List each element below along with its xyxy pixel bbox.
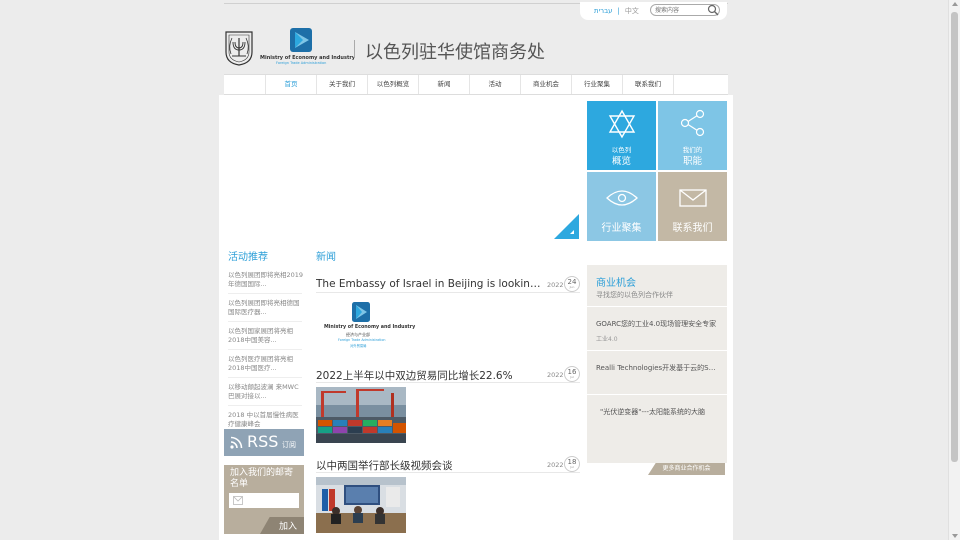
news-item-year: 2022 (547, 281, 564, 289)
ministry-logo-icon (352, 302, 370, 322)
news-date-badge: 18 Jul (564, 456, 580, 472)
video-meeting-image (316, 477, 406, 533)
nav-item-home[interactable]: 首页 (266, 75, 317, 94)
business-item-tag: 工业4.0 (596, 336, 618, 343)
lang-hebrew-link[interactable]: עברית (594, 7, 613, 15)
event-item[interactable]: 以色列展团即将亮相德国国际医疗器... (228, 299, 304, 322)
logo-fta-text: Foreign Trade Administration (276, 61, 327, 65)
tile-industry-label: 行业聚集 (601, 223, 642, 234)
israel-emblem-icon (225, 31, 253, 66)
mail-input-icon (233, 496, 243, 505)
news-date-badge: 24 Jun (564, 276, 580, 292)
nav-item-about[interactable]: 关于我们 (317, 75, 368, 94)
news-item-title[interactable]: The Embassy of Israel in Beijing is look… (316, 278, 546, 290)
news-item-year: 2022 (547, 461, 564, 469)
lang-chinese-link[interactable]: 中文 (625, 6, 639, 16)
rss-subscribe-button[interactable]: RSS 订阅 (224, 429, 304, 456)
news-image-port[interactable] (316, 387, 406, 443)
banner-corner-arrow-icon[interactable] (554, 214, 579, 239)
play-triangle-logo-icon (290, 28, 312, 52)
share-network-icon (680, 109, 704, 137)
tile-israel-overview[interactable]: 以色列 概览 (587, 101, 656, 170)
news-divider (316, 292, 580, 293)
tile-contact-us[interactable]: 联系我们 (658, 172, 727, 241)
search-icon[interactable] (707, 4, 719, 16)
event-item[interactable]: 2018 中以首届慢性病医疗健康峰会 (228, 411, 304, 434)
news-item-year: 2022 (547, 371, 564, 379)
nav-item-contact[interactable]: 联系我们 (623, 75, 674, 94)
port-containers-image (316, 387, 406, 443)
nav-item-news[interactable]: 新闻 (419, 75, 470, 94)
business-item-title[interactable]: Realli Technologies开发基于云的SC... (596, 363, 720, 373)
news-image-meeting[interactable] (316, 477, 406, 533)
tile-function-large: 职能 (682, 156, 702, 167)
news-date-month: Jul (570, 375, 574, 379)
scroll-down-icon[interactable] (952, 534, 958, 538)
join-button[interactable]: 加入 (279, 519, 297, 532)
more-business-button[interactable]: 更多商业合作机会 (648, 463, 725, 475)
news-item-title[interactable]: 2022上半年以中双边贸易同比增长22.6% (316, 368, 546, 383)
event-item[interactable]: 以色列展团即将亮相2019年德国国际... (228, 271, 304, 294)
rss-icon (230, 436, 243, 449)
page-scrollbar[interactable] (948, 0, 960, 540)
tile-contact-label: 联系我们 (672, 223, 713, 234)
event-item[interactable]: 以色列医疗展团将亮相2018中国医疗... (228, 355, 304, 378)
news-thumbnail[interactable]: Ministry of Economy and Industry 经济与产业部 … (316, 298, 415, 354)
news-divider (316, 382, 580, 383)
thumb-fta-text: Foreign Trade Administration (338, 338, 386, 342)
main-nav: 首页 关于我们 以色列概览 新闻 活动 商业机会 行业聚集 联系我们 (224, 74, 728, 95)
news-date-month: Jul (570, 465, 574, 469)
event-item[interactable]: 以色列国家展团将亮相2018中国美容... (228, 327, 304, 350)
news-date-badge: 16 Jul (564, 366, 580, 382)
tile-overview-large: 概览 (611, 156, 631, 167)
news-item-title[interactable]: 以中两国举行部长级视频会谈 (316, 458, 546, 473)
news-date-month: Jun (569, 285, 575, 289)
nav-item-events[interactable]: 活动 (470, 75, 521, 94)
event-item[interactable]: 以移动颠起波澜 来MWC巴展对接以... (228, 383, 304, 406)
site-title: 以色列驻华使馆商务处 (365, 42, 545, 63)
tile-our-function[interactable]: 我们的 职能 (658, 101, 727, 170)
nav-item-israel-overview[interactable]: 以色列概览 (368, 75, 419, 94)
ministry-logo[interactable]: Ministry of Economy and Industry Foreign… (258, 27, 355, 67)
star-of-david-icon (608, 109, 635, 139)
rss-sub-label: 订阅 (282, 441, 296, 449)
tile-industry-cluster[interactable]: 行业聚集 (587, 172, 656, 241)
scroll-up-icon[interactable] (952, 2, 958, 6)
thumb-fta-cn-text: 对外贸易局 (350, 344, 367, 348)
nav-item-industry[interactable]: 行业聚集 (572, 75, 623, 94)
title-divider (354, 40, 355, 58)
mailing-title: 加入我们的邮寄名单 (230, 468, 294, 489)
rss-label: RSS (247, 432, 279, 451)
scroll-thumb[interactable] (951, 12, 958, 462)
thumb-ministry-text: Ministry of Economy and Industry (324, 325, 416, 330)
envelope-icon (678, 189, 707, 207)
business-item-title[interactable]: GOARC您的工业4.0现场管理安全专家 (596, 319, 720, 329)
nav-spacer (224, 75, 266, 94)
lang-separator: | (617, 7, 620, 15)
mailing-list-box: 加入我们的邮寄名单 加入 (224, 465, 304, 534)
nav-item-business[interactable]: 商业机会 (521, 75, 572, 94)
eye-icon (605, 190, 638, 206)
business-divider (587, 394, 727, 395)
business-subheading: 寻找您的以色列合作伙伴 (596, 291, 673, 299)
business-divider (587, 306, 727, 307)
events-heading: 活动推荐 (228, 252, 268, 263)
news-heading: 新闻 (316, 252, 336, 263)
business-divider (587, 350, 727, 351)
news-divider (316, 472, 580, 473)
business-item-title[interactable]: "光伏逆变器"---太阳能系统的大脑 (600, 407, 724, 417)
business-heading[interactable]: 商业机会 (596, 274, 636, 289)
